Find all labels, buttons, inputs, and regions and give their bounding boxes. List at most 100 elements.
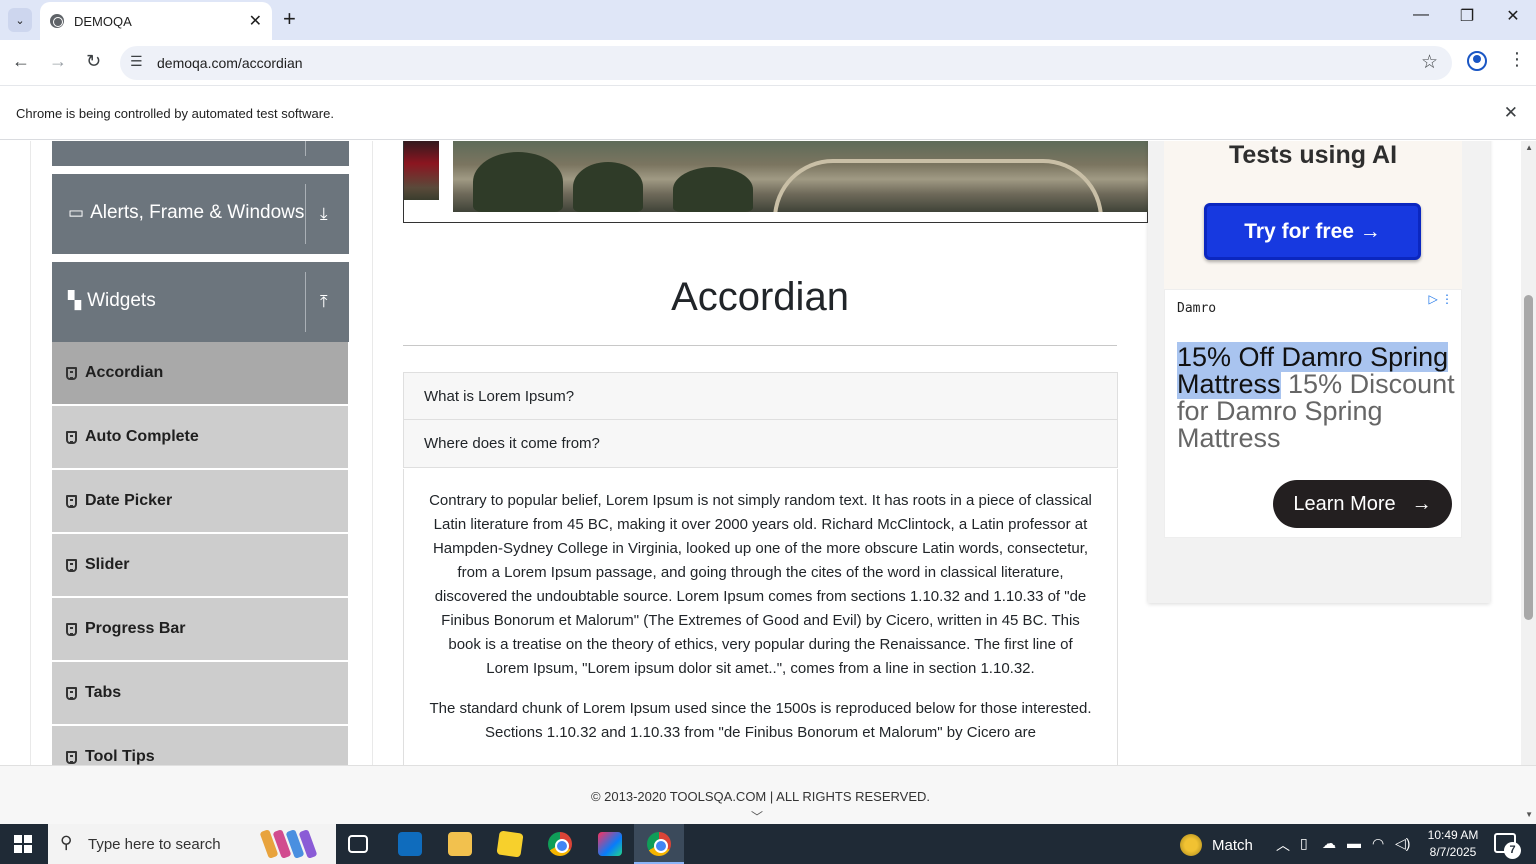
intellij-icon[interactable] — [598, 832, 622, 856]
scroll-up-icon[interactable]: ▲ — [1525, 143, 1533, 152]
task-view-icon[interactable] — [348, 835, 368, 853]
sidebar-item-accordian[interactable]: Accordian — [52, 342, 348, 404]
taskbar-clock[interactable]: 10:49 AM 8/7/2025 — [1418, 827, 1488, 861]
plus-icon[interactable]: + — [283, 8, 296, 30]
windows-start-icon[interactable] — [14, 835, 32, 853]
chevron-down-icon[interactable]: ⌄ — [8, 8, 32, 32]
ad-text[interactable]: 15% Off Damro Spring Mattress 15% Discou… — [1177, 342, 1461, 452]
close-icon[interactable]: ✕ — [1504, 103, 1518, 123]
ad-headline: Tests using AI — [1228, 141, 1398, 169]
page-viewport: ▭ Alerts, Frame & Windows ⤓ ▚ Widgets ⤒ … — [0, 141, 1536, 765]
globe-icon — [50, 14, 64, 28]
body-paragraph: The standard chunk of Lorem Ipsum used s… — [429, 700, 1092, 741]
window-icon: ▭ — [68, 203, 85, 222]
sticky-notes-icon[interactable] — [496, 830, 524, 858]
cloud-icon[interactable]: ☁ — [1322, 835, 1336, 852]
url-text[interactable]: demoqa.com/accordian — [157, 55, 303, 71]
sidebar-item-tabs[interactable]: Tabs — [52, 662, 348, 724]
arrow-down-icon[interactable]: ⤓ — [320, 204, 328, 224]
star-icon[interactable]: ☆ — [1421, 51, 1438, 74]
chrome-icon[interactable] — [647, 832, 671, 856]
ad-banner-damro[interactable]: Damro ▷ ⋮ 15% Off Damro Spring Mattress … — [1164, 289, 1462, 538]
scrollbar-thumb[interactable] — [1524, 295, 1533, 620]
html5-icon — [66, 622, 77, 636]
html5-icon — [66, 686, 77, 700]
kebab-icon[interactable]: ⋮ — [1508, 49, 1526, 70]
wifi-icon[interactable]: ◠ — [1372, 835, 1384, 852]
sidebar-item-label: Slider — [85, 556, 130, 573]
taskbar-search[interactable]: ⚲ Type here to search — [48, 824, 336, 864]
sidebar-item-date-picker[interactable]: Date Picker — [52, 470, 348, 532]
widgets-icon: ▚ — [68, 291, 82, 310]
arrow-up-icon[interactable]: ⤒ — [320, 292, 328, 312]
accordion-body: Contrary to popular belief, Lorem Ipsum … — [403, 469, 1118, 765]
sidebar-item-tool-tips[interactable]: Tool Tips — [52, 726, 348, 765]
sidebar-group-widgets[interactable]: ▚ Widgets ⤒ — [52, 262, 349, 342]
ad-column: Tests using AI Try for free → Damro ▷ ⋮ … — [1148, 141, 1490, 603]
browser-tab-strip: ⌄ DEMOQA ✕ + — ❐ ✕ — [0, 0, 1536, 40]
device-icon[interactable]: ▯ — [1300, 835, 1308, 852]
learn-more-label: Learn More — [1293, 492, 1396, 515]
adchoices-icon[interactable]: ▷ ⋮ — [1428, 292, 1453, 306]
banner-photo — [453, 141, 1148, 212]
sidebar-item-slider[interactable]: Slider — [52, 534, 348, 596]
tab-title: DEMOQA — [74, 13, 132, 29]
sidebar-item-label: Progress Bar — [85, 620, 186, 637]
body-paragraph: Contrary to popular belief, Lorem Ipsum … — [429, 492, 1092, 677]
weather-label: Match — [1212, 836, 1253, 854]
scrollbar[interactable]: ▲ — [1521, 141, 1536, 765]
sidebar-item-label: Auto Complete — [85, 428, 199, 445]
chevron-down-icon: ﹀ — [751, 810, 764, 824]
chrome-icon[interactable] — [548, 832, 572, 856]
search-icon: ⚲ — [60, 833, 73, 852]
close-icon[interactable]: ✕ — [1490, 6, 1536, 26]
accordion-header-2[interactable]: Where does it come from? — [403, 420, 1118, 468]
sidebar-item-auto-complete[interactable]: Auto Complete — [52, 406, 348, 468]
chevron-up-icon[interactable]: ︿ — [1276, 835, 1290, 855]
page-title: Accordian — [671, 275, 849, 319]
tune-icon[interactable]: ☰ — [130, 53, 143, 70]
infobar-message: Chrome is being controlled by automated … — [16, 106, 334, 121]
close-icon[interactable]: ✕ — [249, 11, 262, 31]
volume-icon[interactable]: ◁) — [1395, 835, 1410, 852]
sidebar-group-alerts[interactable]: ▭ Alerts, Frame & Windows ⤓ — [52, 174, 349, 254]
search-placeholder: Type here to search — [88, 836, 221, 853]
learn-more-button[interactable]: Learn More → — [1273, 480, 1452, 528]
html5-icon — [66, 558, 77, 572]
ad-advertiser: Damro — [1177, 301, 1217, 316]
html5-icon — [66, 366, 77, 380]
arrow-left-icon[interactable]: ← — [12, 51, 30, 72]
arrow-right-icon[interactable]: → — [49, 51, 67, 72]
minimize-icon[interactable]: — — [1398, 6, 1444, 24]
windows-taskbar: ⚲ Type here to search Match ︿ ▯ ☁ ▬ ◠ ◁)… — [0, 824, 1536, 864]
browser-tab[interactable]: DEMOQA ✕ — [40, 2, 272, 40]
html5-icon — [66, 430, 77, 444]
sidebar-item-label: Tabs — [85, 684, 122, 701]
taskbar-weather[interactable]: Match — [1180, 834, 1253, 856]
accordion-header-1[interactable]: What is Lorem Ipsum? — [403, 372, 1118, 420]
reload-icon[interactable]: ↻ — [86, 51, 101, 72]
sidebar-item-progress-bar[interactable]: Progress Bar — [52, 598, 348, 660]
banner-thumbnail — [404, 141, 439, 200]
restore-icon[interactable]: ❐ — [1444, 6, 1490, 26]
file-explorer-icon[interactable] — [448, 832, 472, 856]
weather-icon — [1180, 834, 1202, 856]
scroll-down-icon[interactable]: ▼ — [1525, 810, 1533, 819]
html5-icon — [66, 494, 77, 508]
page-footer: © 2013-2020 TOOLSQA.COM | ALL RIGHTS RES… — [0, 765, 1536, 824]
clock-date: 8/7/2025 — [1429, 845, 1477, 859]
sidebar-group-partial[interactable] — [52, 141, 349, 166]
divider — [403, 345, 1117, 346]
automation-infobar: Chrome is being controlled by automated … — [0, 87, 1536, 140]
outlook-icon[interactable] — [398, 832, 422, 856]
sidebar-item-label: Tool Tips — [85, 748, 155, 765]
profile-icon[interactable] — [1467, 51, 1487, 71]
ad-banner-ai[interactable]: Tests using AI Try for free → — [1164, 141, 1462, 289]
group-label: Widgets — [87, 290, 156, 311]
address-bar[interactable]: ☰ demoqa.com/accordian ☆ — [120, 46, 1452, 80]
notification-count: 7 — [1504, 842, 1521, 859]
battery-icon[interactable]: ▬ — [1347, 835, 1361, 851]
sidebar-item-label: Date Picker — [85, 492, 173, 509]
group-label: Alerts, Frame & Windows — [90, 202, 305, 223]
try-free-button[interactable]: Try for free → — [1204, 203, 1421, 260]
